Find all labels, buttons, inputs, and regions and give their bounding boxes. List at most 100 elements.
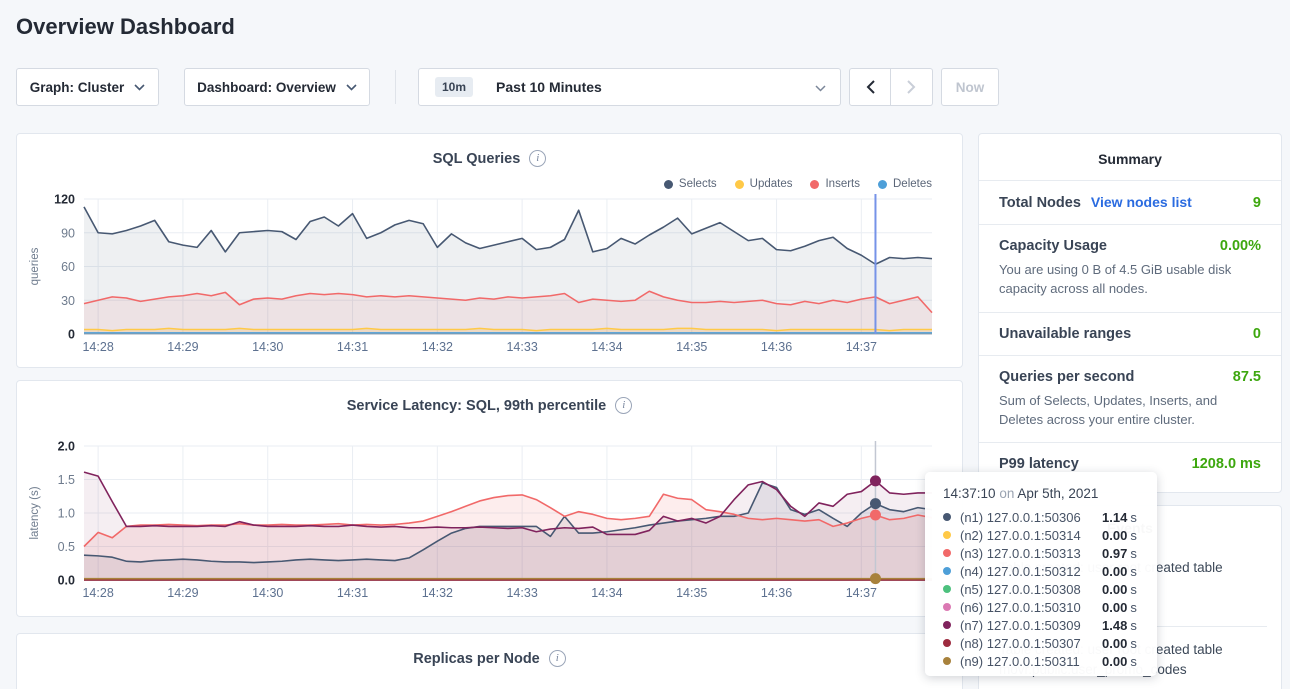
- svg-text:14:32: 14:32: [422, 340, 453, 354]
- time-nav-group: [849, 68, 933, 106]
- time-range-label: Past 10 Minutes: [496, 79, 602, 95]
- tooltip-node-row: (n4) 127.0.0.1:50312 0.00 s: [943, 562, 1157, 580]
- node-address: (n6) 127.0.0.1:50310: [960, 600, 1102, 615]
- summary-title: Summary: [979, 134, 1281, 180]
- tooltip-node-row: (n9) 127.0.0.1:50311 0.00 s: [943, 652, 1157, 670]
- summary-panel: Summary Total Nodes View nodes list 9 Ca…: [978, 133, 1282, 493]
- tooltip-node-row: (n5) 127.0.0.1:50308 0.00 s: [943, 580, 1157, 598]
- chart-hover-dot: [870, 510, 881, 521]
- chart-hover-dot: [870, 573, 881, 584]
- now-button-label: Now: [956, 80, 985, 95]
- replicas-per-node-panel: Replicas per Node i: [16, 633, 963, 689]
- node-latency-value: 0.97: [1102, 546, 1127, 561]
- svg-text:1.5: 1.5: [58, 473, 75, 487]
- latency-unit: s: [1130, 636, 1137, 651]
- svg-text:2.0: 2.0: [58, 440, 75, 454]
- svg-text:latency (s): latency (s): [29, 486, 41, 539]
- series-Updates: [84, 328, 932, 330]
- node-color-dot: [943, 657, 951, 665]
- svg-text:14:34: 14:34: [591, 340, 622, 354]
- svg-text:30: 30: [61, 294, 75, 308]
- svg-text:14:37: 14:37: [846, 340, 877, 354]
- node-latency-value: 0.00: [1102, 582, 1127, 597]
- node-latency-value: 0.00: [1102, 654, 1127, 669]
- node-latency-value: 0.00: [1102, 600, 1127, 615]
- qps-description: Sum of Selects, Updates, Inserts, and De…: [999, 392, 1261, 430]
- svg-text:14:33: 14:33: [506, 340, 537, 354]
- tooltip-node-row: (n2) 127.0.0.1:50314 0.00 s: [943, 526, 1157, 544]
- chevron-left-icon: [866, 80, 875, 94]
- svg-text:120: 120: [54, 193, 75, 207]
- service-latency-panel: Service Latency: SQL, 99th percentile i …: [16, 380, 963, 617]
- node-address: (n2) 127.0.0.1:50314: [960, 528, 1102, 543]
- node-address: (n1) 127.0.0.1:50306: [960, 510, 1102, 525]
- latency-unit: s: [1130, 510, 1137, 525]
- now-button[interactable]: Now: [941, 68, 999, 106]
- node-color-dot: [943, 567, 951, 575]
- node-address: (n7) 127.0.0.1:50309: [960, 618, 1102, 633]
- graph-dropdown-label: Graph: Cluster: [30, 80, 125, 95]
- node-color-dot: [943, 549, 951, 557]
- svg-text:60: 60: [61, 260, 75, 274]
- latency-unit: s: [1130, 600, 1137, 615]
- time-range-dropdown[interactable]: 10m Past 10 Minutes: [418, 68, 841, 106]
- svg-text:14:29: 14:29: [167, 586, 198, 600]
- summary-row-unavailable-ranges: Unavailable ranges 0: [979, 312, 1281, 355]
- info-icon[interactable]: i: [549, 650, 566, 667]
- unavailable-ranges-value: 0: [1253, 326, 1261, 342]
- node-color-dot: [943, 621, 951, 629]
- svg-text:14:37: 14:37: [846, 586, 877, 600]
- latency-unit: s: [1130, 654, 1137, 669]
- time-range-badge: 10m: [435, 77, 473, 97]
- tooltip-node-row: (n7) 127.0.0.1:50309 1.48 s: [943, 616, 1157, 634]
- summary-row-capacity: Capacity Usage 0.00% You are using 0 B o…: [979, 224, 1281, 312]
- svg-text:14:30: 14:30: [252, 586, 283, 600]
- node-color-dot: [943, 603, 951, 611]
- qps-value: 87.5: [1233, 369, 1261, 385]
- svg-text:14:31: 14:31: [337, 586, 368, 600]
- page-title: Overview Dashboard: [16, 14, 235, 40]
- chart-hover-dot: [870, 475, 881, 486]
- svg-text:14:28: 14:28: [82, 340, 113, 354]
- latency-unit: s: [1130, 618, 1137, 633]
- total-nodes-value: 9: [1253, 195, 1261, 211]
- svg-text:14:31: 14:31: [337, 340, 368, 354]
- latency-unit: s: [1130, 582, 1137, 597]
- chart-hover-dot: [870, 498, 881, 509]
- node-address: (n9) 127.0.0.1:50311: [960, 654, 1102, 669]
- svg-text:0: 0: [68, 328, 75, 342]
- chart-hover-tooltip: 14:37:10 on Apr 5th, 2021 (n1) 127.0.0.1…: [925, 472, 1157, 676]
- service-latency-chart[interactable]: 0.00.51.01.52.014:2814:2914:3014:3114:32…: [17, 381, 964, 618]
- time-back-button[interactable]: [849, 68, 891, 106]
- sql-queries-chart[interactable]: 030609012014:2814:2914:3014:3114:3214:33…: [17, 134, 964, 369]
- controls-divider: [395, 70, 396, 104]
- svg-text:14:35: 14:35: [676, 586, 707, 600]
- node-address: (n5) 127.0.0.1:50308: [960, 582, 1102, 597]
- replicas-per-node-title: Replicas per Node: [413, 651, 540, 667]
- svg-text:14:32: 14:32: [422, 586, 453, 600]
- node-latency-value: 0.00: [1102, 528, 1127, 543]
- view-nodes-list-link[interactable]: View nodes list: [1091, 194, 1192, 210]
- p99-latency-value: 1208.0 ms: [1192, 456, 1261, 472]
- latency-unit: s: [1130, 564, 1137, 579]
- latency-unit: s: [1130, 546, 1137, 561]
- svg-text:14:36: 14:36: [761, 340, 792, 354]
- svg-text:1.0: 1.0: [58, 507, 75, 521]
- svg-text:14:36: 14:36: [761, 586, 792, 600]
- svg-text:90: 90: [61, 226, 75, 240]
- tooltip-node-row: (n8) 127.0.0.1:50307 0.00 s: [943, 634, 1157, 652]
- node-color-dot: [943, 531, 951, 539]
- tooltip-node-row: (n6) 127.0.0.1:50310 0.00 s: [943, 598, 1157, 616]
- node-latency-value: 0.00: [1102, 564, 1127, 579]
- node-color-dot: [943, 585, 951, 593]
- graph-dropdown[interactable]: Graph: Cluster: [16, 68, 159, 106]
- svg-text:14:34: 14:34: [591, 586, 622, 600]
- time-forward-button[interactable]: [891, 68, 933, 106]
- node-latency-value: 0.00: [1102, 636, 1127, 651]
- tooltip-node-row: (n1) 127.0.0.1:50306 1.14 s: [943, 508, 1157, 526]
- svg-text:14:35: 14:35: [676, 340, 707, 354]
- summary-row-qps: Queries per second 87.5 Sum of Selects, …: [979, 355, 1281, 443]
- capacity-usage-value: 0.00%: [1220, 238, 1261, 254]
- dashboard-dropdown[interactable]: Dashboard: Overview: [184, 68, 370, 106]
- svg-text:14:30: 14:30: [252, 340, 283, 354]
